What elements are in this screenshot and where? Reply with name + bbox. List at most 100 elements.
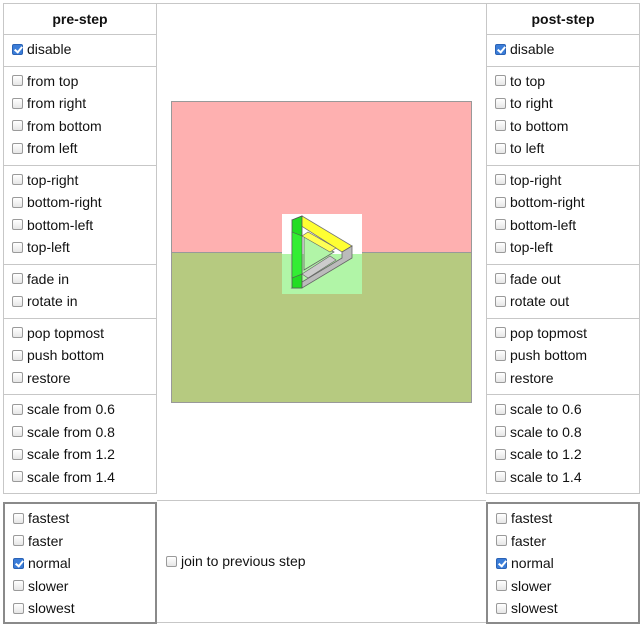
post-step-option-group: scale to 0.6 scale to 0.8 scale to 1.2 scal… xyxy=(486,395,640,494)
post-step-checkbox-pop-topmost[interactable] xyxy=(495,327,506,339)
pre-step-checkbox-from-right[interactable] xyxy=(12,97,23,109)
pre-step-checkbox-bottom-right[interactable] xyxy=(12,196,23,208)
pre-step-option-scale-from-1-2[interactable]: scale from 1.2 xyxy=(12,443,156,466)
pre-step-option-top-left[interactable]: top-left xyxy=(12,236,156,259)
join-previous-checkbox[interactable] xyxy=(166,555,177,567)
pre-step-checkbox-from-bottom[interactable] xyxy=(12,120,23,132)
post-step-option-top-right[interactable]: top-right xyxy=(495,169,639,192)
post-step-option-to-top[interactable]: to top xyxy=(495,70,639,93)
post-step-checkbox-push-bottom[interactable] xyxy=(495,349,506,361)
pre-step-checkbox-restore[interactable] xyxy=(12,372,23,384)
pre-step-option-fastest[interactable]: fastest xyxy=(13,507,155,530)
pre-step-option-bottom-right[interactable]: bottom-right xyxy=(12,191,156,214)
pre-step-checkbox-faster[interactable] xyxy=(13,535,24,547)
pre-step-checkbox-fastest[interactable] xyxy=(13,512,24,524)
pre-step-checkbox-scale-from-1-4[interactable] xyxy=(12,471,23,483)
post-step-option-to-left[interactable]: to left xyxy=(495,137,639,160)
pre-step-checkbox-bottom-left[interactable] xyxy=(12,219,23,231)
post-step-option-pop-topmost[interactable]: pop topmost xyxy=(495,322,639,345)
pre-step-checkbox-scale-from-1-2[interactable] xyxy=(12,448,23,460)
post-step-option-slowest[interactable]: slowest xyxy=(496,597,638,620)
pre-step-checkbox-from-top[interactable] xyxy=(12,75,23,87)
post-step-option-to-right[interactable]: to right xyxy=(495,92,639,115)
pre-step-option-faster[interactable]: faster xyxy=(13,530,155,553)
post-step-option-normal[interactable]: normal xyxy=(496,552,638,575)
pre-step-checkbox-scale-from-0-6[interactable] xyxy=(12,403,23,415)
post-step-checkbox-slowest[interactable] xyxy=(496,602,507,614)
pre-step-checkbox-pop-topmost[interactable] xyxy=(12,327,23,339)
slide-thumbnail xyxy=(282,214,362,294)
post-step-checkbox-to-top[interactable] xyxy=(495,75,506,87)
pre-step-option-rotate-in[interactable]: rotate in xyxy=(12,290,156,313)
pre-step-option-from-bottom[interactable]: from bottom xyxy=(12,115,156,138)
post-step-option-scale-to-0-6[interactable]: scale to 0.6 xyxy=(495,398,639,421)
post-step-checkbox-to-left[interactable] xyxy=(495,142,506,154)
pre-step-checkbox-from-left[interactable] xyxy=(12,142,23,154)
pre-step-option-scale-from-1-4[interactable]: scale from 1.4 xyxy=(12,466,156,489)
join-previous-option[interactable]: join to previous step xyxy=(166,553,306,569)
pre-step-option-bottom-left[interactable]: bottom-left xyxy=(12,214,156,237)
post-step-checkbox-scale-to-1-2[interactable] xyxy=(495,448,506,460)
post-step-option-bottom-right[interactable]: bottom-right xyxy=(495,191,639,214)
pre-step-checkbox-disable[interactable] xyxy=(12,43,23,55)
pre-step-label-scale-from-1-4: scale from 1.4 xyxy=(27,468,115,485)
pre-step-label-slowest: slowest xyxy=(28,600,75,617)
pre-step-option-scale-from-0-6[interactable]: scale from 0.6 xyxy=(12,398,156,421)
post-step-checkbox-bottom-right[interactable] xyxy=(495,196,506,208)
pre-step-checkbox-push-bottom[interactable] xyxy=(12,349,23,361)
pre-step-option-push-bottom[interactable]: push bottom xyxy=(12,344,156,367)
post-step-checkbox-fastest[interactable] xyxy=(496,512,507,524)
post-step-checkbox-top-left[interactable] xyxy=(495,241,506,253)
post-step-option-disable[interactable]: disable xyxy=(495,38,639,61)
post-step-checkbox-rotate-out[interactable] xyxy=(495,295,506,307)
impossible-triangle-play-icon xyxy=(290,215,353,289)
pre-step-option-restore[interactable]: restore xyxy=(12,367,156,390)
post-step-checkbox-to-bottom[interactable] xyxy=(495,120,506,132)
pre-step-checkbox-scale-from-0-8[interactable] xyxy=(12,426,23,438)
pre-step-option-from-top[interactable]: from top xyxy=(12,70,156,93)
post-step-option-scale-to-1-2[interactable]: scale to 1.2 xyxy=(495,443,639,466)
post-step-checkbox-disable[interactable] xyxy=(495,43,506,55)
post-step-checkbox-slower[interactable] xyxy=(496,580,507,592)
post-step-checkbox-normal[interactable] xyxy=(496,557,507,569)
pre-step-option-pop-topmost[interactable]: pop topmost xyxy=(12,322,156,345)
post-step-option-restore[interactable]: restore xyxy=(495,367,639,390)
pre-step-option-from-right[interactable]: from right xyxy=(12,92,156,115)
pre-step-checkbox-top-left[interactable] xyxy=(12,241,23,253)
post-step-option-slower[interactable]: slower xyxy=(496,575,638,598)
post-step-label-to-right: to right xyxy=(510,95,553,112)
post-step-checkbox-faster[interactable] xyxy=(496,535,507,547)
post-step-option-faster[interactable]: faster xyxy=(496,530,638,553)
post-step-option-push-bottom[interactable]: push bottom xyxy=(495,344,639,367)
pre-step-checkbox-fade-in[interactable] xyxy=(12,273,23,285)
post-step-option-rotate-out[interactable]: rotate out xyxy=(495,290,639,313)
pre-step-option-fade-in[interactable]: fade in xyxy=(12,268,156,291)
post-step-checkbox-scale-to-1-4[interactable] xyxy=(495,471,506,483)
post-step-option-top-left[interactable]: top-left xyxy=(495,236,639,259)
post-step-option-scale-to-0-8[interactable]: scale to 0.8 xyxy=(495,421,639,444)
pre-step-option-slower[interactable]: slower xyxy=(13,575,155,598)
post-step-option-fastest[interactable]: fastest xyxy=(496,507,638,530)
pre-step-option-normal[interactable]: normal xyxy=(13,552,155,575)
post-step-checkbox-restore[interactable] xyxy=(495,372,506,384)
pre-step-option-from-left[interactable]: from left xyxy=(12,137,156,160)
post-step-option-scale-to-1-4[interactable]: scale to 1.4 xyxy=(495,466,639,489)
pre-step-option-slowest[interactable]: slowest xyxy=(13,597,155,620)
post-step-option-fade-out[interactable]: fade out xyxy=(495,268,639,291)
post-step-option-bottom-left[interactable]: bottom-left xyxy=(495,214,639,237)
pre-step-checkbox-rotate-in[interactable] xyxy=(12,295,23,307)
post-step-checkbox-scale-to-0-8[interactable] xyxy=(495,426,506,438)
pre-step-option-disable[interactable]: disable xyxy=(12,38,156,61)
pre-step-option-scale-from-0-8[interactable]: scale from 0.8 xyxy=(12,421,156,444)
post-step-option-to-bottom[interactable]: to bottom xyxy=(495,115,639,138)
pre-step-checkbox-slowest[interactable] xyxy=(13,602,24,614)
pre-step-checkbox-slower[interactable] xyxy=(13,580,24,592)
post-step-checkbox-scale-to-0-6[interactable] xyxy=(495,403,506,415)
post-step-checkbox-bottom-left[interactable] xyxy=(495,219,506,231)
pre-step-checkbox-normal[interactable] xyxy=(13,557,24,569)
post-step-checkbox-top-right[interactable] xyxy=(495,174,506,186)
post-step-checkbox-to-right[interactable] xyxy=(495,97,506,109)
post-step-checkbox-fade-out[interactable] xyxy=(495,273,506,285)
pre-step-option-top-right[interactable]: top-right xyxy=(12,169,156,192)
pre-step-checkbox-top-right[interactable] xyxy=(12,174,23,186)
